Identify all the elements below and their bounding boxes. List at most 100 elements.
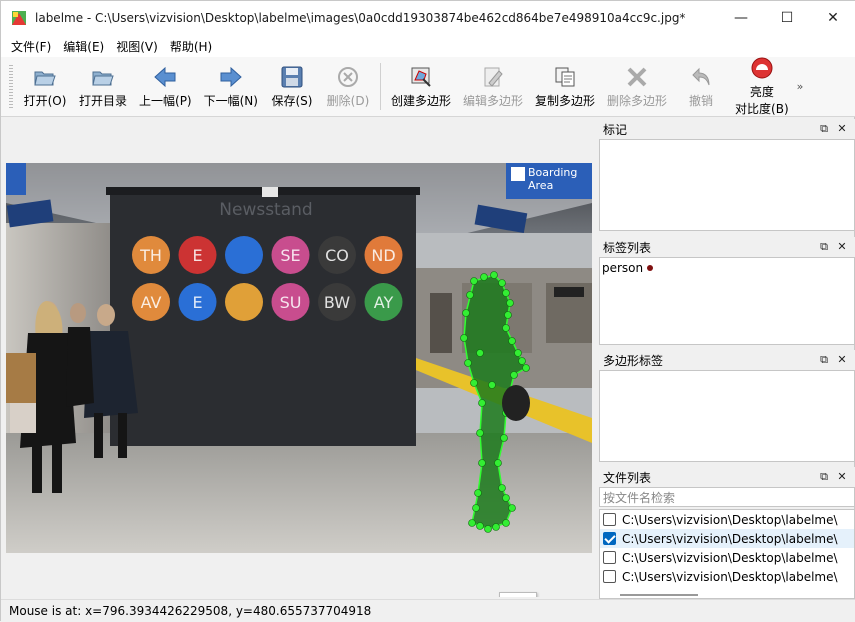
float-dock-icon[interactable]: ⧉ — [817, 240, 831, 254]
label-list-item[interactable]: person — [600, 258, 854, 278]
maximize-button[interactable]: ☐ — [764, 1, 810, 35]
create-polygon-button[interactable]: 创建多边形 — [385, 57, 457, 116]
polygon-vertex[interactable] — [510, 371, 518, 379]
create-polygon-label: 创建多边形 — [390, 93, 451, 108]
polygon-vertex[interactable] — [514, 349, 522, 357]
undo-button[interactable]: 撤销 — [673, 57, 729, 116]
polygon-vertex[interactable] — [468, 519, 476, 527]
save-button[interactable]: 保存(S) — [264, 57, 320, 116]
polygon-vertex[interactable] — [478, 399, 486, 407]
polygon-vertex[interactable] — [476, 429, 484, 437]
polygon-vertex[interactable] — [502, 519, 510, 527]
polygon-vertex[interactable] — [502, 494, 510, 502]
horizontal-scrollbar[interactable] — [620, 594, 698, 596]
folder-open-icon — [92, 71, 114, 85]
polygon-vertex[interactable] — [502, 324, 510, 332]
draw-polygon-icon — [411, 67, 431, 87]
app-window: labelme - C:\Users\vizvision\Desktop\lab… — [0, 0, 855, 622]
menu-view[interactable]: 视图(V) — [110, 38, 164, 55]
polygon-vertex[interactable] — [480, 273, 488, 281]
menu-file[interactable]: 文件(F) — [5, 38, 57, 55]
label-list[interactable]: person — [599, 257, 855, 345]
polygon-vertex[interactable] — [508, 337, 516, 345]
flags-list[interactable] — [599, 139, 855, 231]
close-button[interactable]: ✕ — [810, 1, 855, 35]
file-search-input[interactable]: 按文件名检索 — [599, 487, 855, 507]
polygon-vertex[interactable] — [460, 334, 468, 342]
polygon-vertex[interactable] — [500, 434, 508, 442]
polygon-vertex[interactable] — [464, 359, 472, 367]
file-list-item[interactable]: C:\Users\vizvision\Desktop\labelme\ — [600, 529, 854, 548]
polygon-vertex[interactable] — [506, 299, 514, 307]
polygon-vertex[interactable] — [470, 379, 478, 387]
polygon-vertex[interactable] — [478, 459, 486, 467]
delete-file-button[interactable]: 删除(D) — [320, 57, 376, 116]
newsstand-circle-text: TH — [139, 246, 162, 265]
file-checkbox[interactable] — [603, 570, 616, 583]
polygon-vertex[interactable] — [476, 522, 484, 530]
polygon-vertex[interactable] — [462, 309, 470, 317]
close-dock-icon[interactable]: ✕ — [835, 470, 849, 484]
polygon-labels-list[interactable] — [599, 370, 855, 462]
edit-polygon-button[interactable]: 编辑多边形 — [457, 57, 529, 116]
copy-icon — [555, 67, 575, 86]
file-checkbox[interactable] — [603, 551, 616, 564]
delete-polygon-button[interactable]: 删除多边形 — [601, 57, 673, 116]
toolbar-grip[interactable] — [9, 65, 13, 108]
file-checkbox[interactable] — [603, 532, 616, 545]
menu-help[interactable]: 帮助(H) — [164, 38, 218, 55]
polygon-vertex[interactable] — [504, 311, 512, 319]
boarding-sign-line2: Area — [528, 179, 553, 192]
brightness-label-2: 对比度(B) — [735, 102, 789, 116]
brightness-contrast-button[interactable]: 亮度 对比度(B) — [729, 57, 795, 116]
minimize-button[interactable]: — — [718, 1, 764, 35]
close-dock-icon[interactable]: ✕ — [835, 353, 849, 367]
polygon-vertex[interactable] — [466, 291, 474, 299]
polygon-vertex[interactable] — [474, 489, 482, 497]
polygon-vertex[interactable] — [492, 523, 500, 531]
float-dock-icon[interactable]: ⧉ — [817, 122, 831, 136]
open-label: 打开(O) — [23, 93, 67, 108]
copy-polygon-button[interactable]: 复制多边形 — [529, 57, 601, 116]
polygon-vertex[interactable] — [490, 271, 498, 279]
polygon-vertex[interactable] — [484, 525, 492, 533]
polygon-vertex[interactable] — [522, 364, 530, 372]
close-dock-icon[interactable]: ✕ — [835, 240, 849, 254]
polygon-vertex[interactable] — [502, 289, 510, 297]
open-dir-button[interactable]: 打开目录 — [73, 57, 133, 116]
polygon-vertex[interactable] — [518, 357, 526, 365]
prev-image-button[interactable]: 上一幅(P) — [133, 57, 198, 116]
polygon-vertex[interactable] — [494, 459, 502, 467]
polygon-vertex[interactable] — [470, 277, 478, 285]
file-checkbox[interactable] — [603, 513, 616, 526]
arrow-right-icon — [220, 66, 242, 87]
file-list-item[interactable]: C:\Users\vizvision\Desktop\labelme\ — [600, 548, 854, 567]
newsstand-circle — [225, 236, 263, 274]
toolbar-overflow-button[interactable]: » — [795, 57, 806, 116]
menu-edit[interactable]: 编辑(E) — [57, 38, 110, 55]
newsstand-circle-text: BW — [324, 293, 350, 312]
close-dock-icon[interactable]: ✕ — [835, 122, 849, 136]
file-list-item[interactable]: C:\Users\vizvision\Desktop\labelme\ — [600, 567, 854, 586]
title-bar: labelme - C:\Users\vizvision\Desktop\lab… — [1, 1, 855, 35]
annotated-photo[interactable]: Newsstand TH E SE CO ND AV E SU BW AY Boarding Ar… — [6, 163, 592, 553]
toolbar-separator — [379, 63, 381, 110]
polygon-vertex[interactable] — [498, 484, 506, 492]
file-list[interactable]: C:\Users\vizvision\Desktop\labelme\ C:\U… — [599, 509, 855, 599]
open-button[interactable]: 打开(O) — [17, 57, 73, 116]
undo-label: 撤销 — [689, 93, 714, 108]
polygon-vertex[interactable] — [498, 279, 506, 287]
polygon-vertex[interactable] — [476, 349, 484, 357]
polygon-vertex[interactable] — [488, 381, 496, 389]
newsstand-circle-text: AV — [141, 293, 162, 312]
flags-dock-title: 标记 ⧉ ✕ — [599, 119, 855, 139]
polygon-vertex[interactable] — [472, 504, 480, 512]
newsstand-circle — [225, 283, 263, 321]
image-canvas[interactable]: Newsstand TH E SE CO ND AV E SU BW AY Boarding Ar… — [5, 119, 593, 597]
next-image-button[interactable]: 下一幅(N) — [198, 57, 264, 116]
newsstand-circle-text: AY — [374, 293, 394, 312]
float-dock-icon[interactable]: ⧉ — [817, 470, 831, 484]
float-dock-icon[interactable]: ⧉ — [817, 353, 831, 367]
polygon-vertex[interactable] — [508, 504, 516, 512]
file-list-item[interactable]: C:\Users\vizvision\Desktop\labelme\ — [600, 510, 854, 529]
